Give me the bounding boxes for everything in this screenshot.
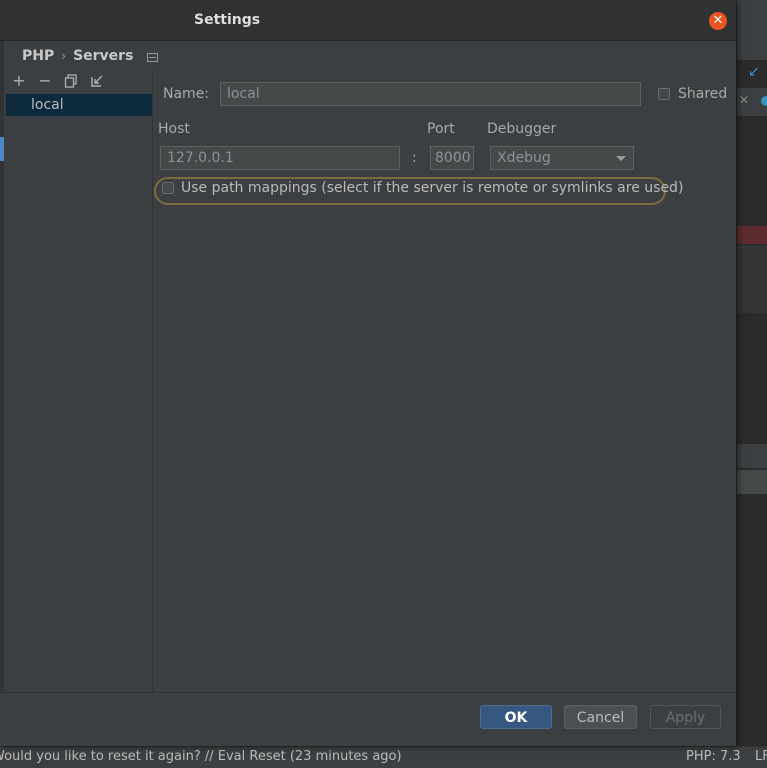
project-scope-icon bbox=[147, 52, 159, 62]
status-line-ending[interactable]: LF bbox=[755, 749, 767, 764]
path-mappings-checkbox[interactable] bbox=[162, 182, 174, 194]
list-item[interactable]: local bbox=[6, 94, 152, 116]
import-server-icon[interactable] bbox=[89, 73, 105, 89]
servers-toolbar: + − bbox=[11, 73, 105, 89]
host-port-separator: : bbox=[412, 150, 417, 166]
path-mappings-label[interactable]: Use path mappings (select if the server … bbox=[181, 180, 683, 196]
shared-label: Shared bbox=[678, 86, 728, 102]
ide-breakpoint-line bbox=[737, 226, 767, 244]
add-server-button[interactable]: + bbox=[11, 73, 27, 89]
copy-server-icon[interactable] bbox=[63, 73, 79, 89]
debugger-select[interactable]: Xdebug bbox=[490, 146, 634, 170]
ide-panel-header bbox=[737, 444, 767, 468]
name-label: Name: bbox=[163, 86, 210, 102]
debugger-label: Debugger bbox=[487, 121, 557, 137]
shared-checkbox[interactable] bbox=[658, 88, 670, 100]
settings-tree-selection[interactable] bbox=[0, 137, 4, 161]
status-bar: Would you like to reset it again? // Eva… bbox=[0, 746, 767, 768]
dialog-title: Settings bbox=[194, 12, 261, 28]
port-field[interactable]: 8000 bbox=[430, 146, 474, 170]
ide-toolbar-strip bbox=[737, 0, 767, 60]
server-name-label: local bbox=[31, 97, 64, 113]
servers-list-panel: + − local bbox=[5, 70, 153, 692]
breadcrumb: PHP › Servers bbox=[22, 48, 159, 64]
name-field[interactable]: local bbox=[220, 82, 641, 106]
debugger-value: Xdebug bbox=[497, 150, 551, 166]
apply-button[interactable]: Apply bbox=[650, 705, 721, 729]
status-message[interactable]: Would you like to reset it again? // Eva… bbox=[0, 749, 402, 764]
settings-dialog: Settings ✕ PHP › Servers + − local Name:… bbox=[0, 0, 736, 746]
ide-editor-area bbox=[737, 245, 767, 313]
dialog-titlebar[interactable]: Settings ✕ bbox=[0, 0, 736, 41]
ok-button[interactable]: OK bbox=[480, 705, 552, 729]
tab-file-icon bbox=[761, 96, 767, 106]
close-icon[interactable]: ✕ bbox=[709, 12, 727, 30]
port-label: Port bbox=[427, 121, 455, 137]
breadcrumb-servers: Servers bbox=[73, 48, 134, 64]
tab-close-icon[interactable]: ✕ bbox=[739, 93, 749, 107]
breadcrumb-php[interactable]: PHP bbox=[22, 48, 54, 64]
cancel-button[interactable]: Cancel bbox=[564, 705, 637, 729]
breadcrumb-separator: › bbox=[61, 49, 67, 63]
remove-server-button[interactable]: − bbox=[37, 73, 53, 89]
status-php-version[interactable]: PHP: 7.3 bbox=[686, 749, 741, 764]
host-field[interactable]: 127.0.0.1 bbox=[160, 146, 400, 170]
host-label: Host bbox=[158, 121, 190, 137]
arrow-down-left-icon[interactable]: ↙ bbox=[748, 64, 760, 80]
ide-panel-row bbox=[737, 470, 767, 494]
chevron-down-icon bbox=[616, 156, 626, 161]
